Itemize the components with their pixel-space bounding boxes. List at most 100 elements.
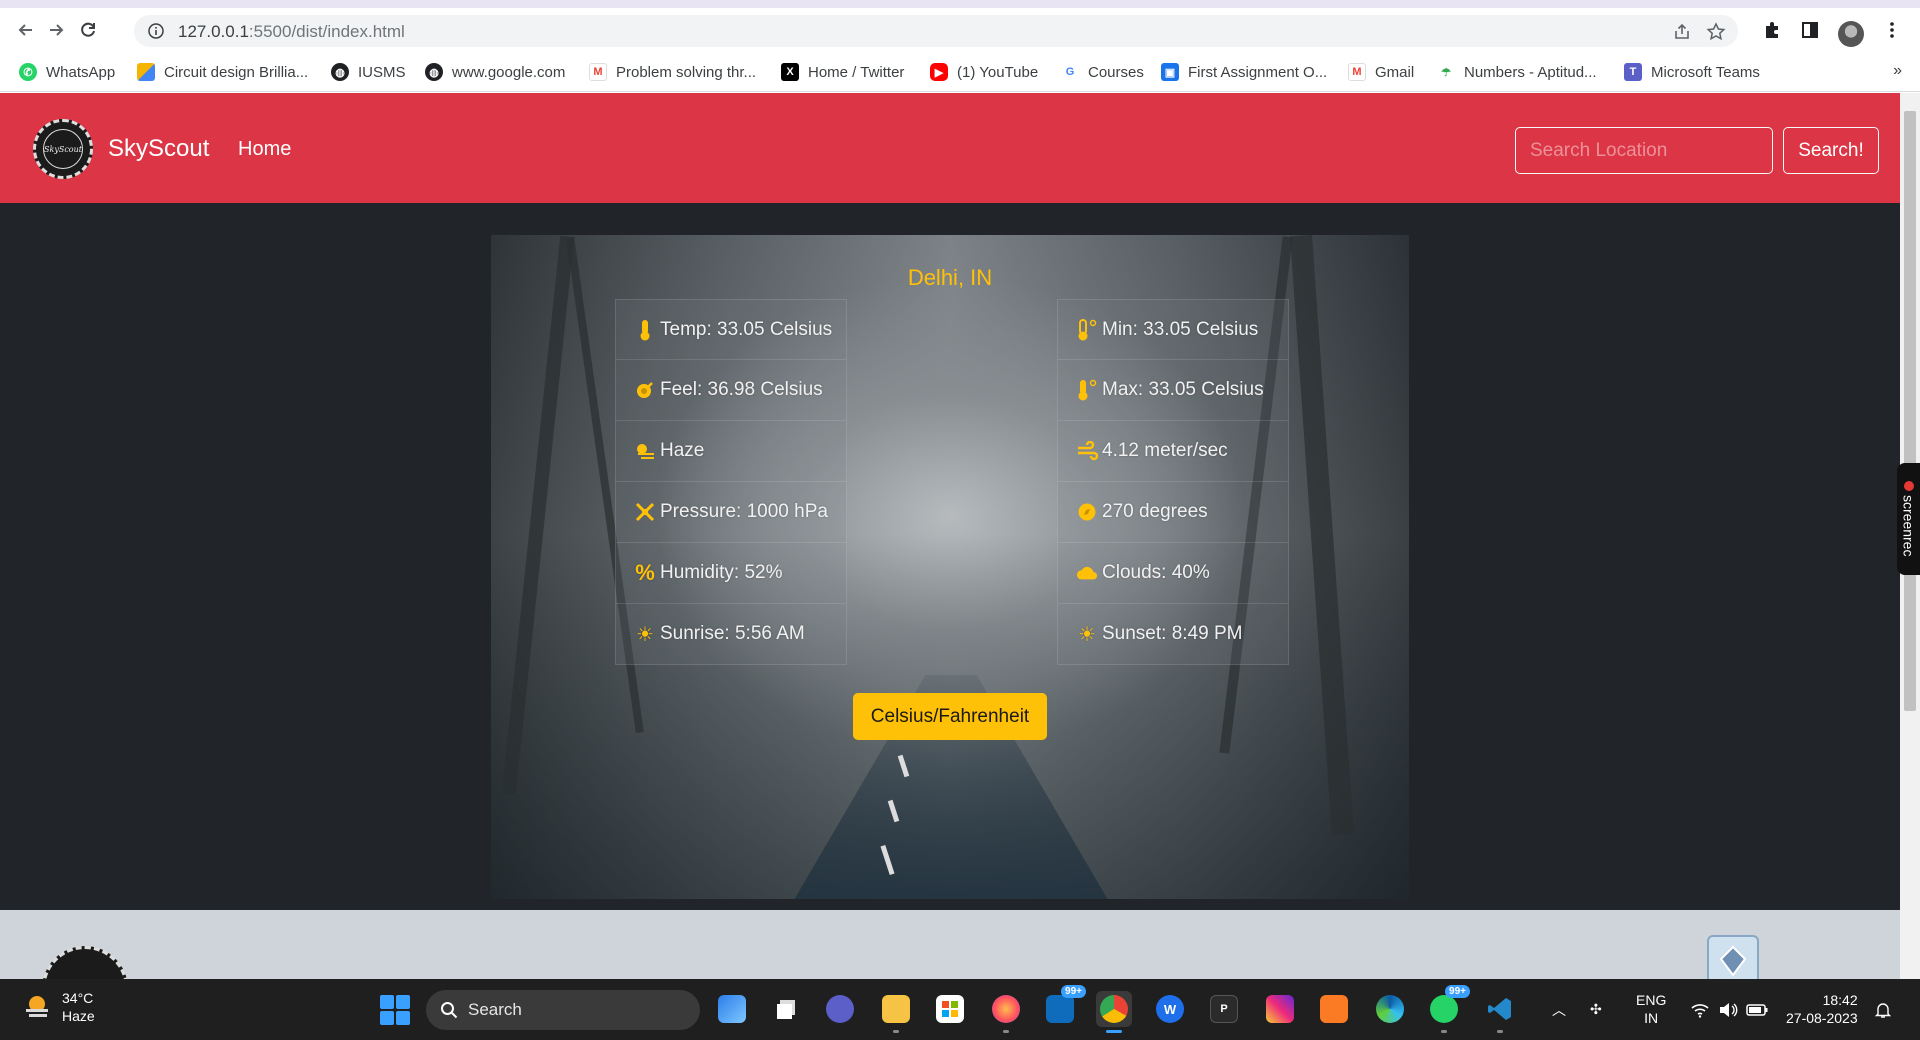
sun-icon: ☀ [1078, 623, 1096, 646]
bookmark-courses[interactable]: G Courses [1061, 62, 1144, 82]
humidity-value: Humidity: 52% [660, 562, 783, 583]
taskbar-app-store[interactable] [932, 991, 968, 1027]
input-language[interactable]: ENG IN [1636, 991, 1666, 1027]
browser-toolbar: 127.0.0.1:5500/dist/index.html [0, 8, 1920, 52]
taskbar-app-task-view[interactable] [769, 991, 805, 1027]
feel-cell: Feel: 36.98 Celsius [615, 360, 847, 421]
notifications-button[interactable] [1874, 979, 1892, 1040]
bookmark-twitter[interactable]: X Home / Twitter [781, 62, 904, 82]
sunset-cell: ☀ Sunset: 8:49 PM [1057, 604, 1289, 665]
search-icon [441, 1002, 458, 1019]
bookmark-label: Problem solving thr... [616, 63, 757, 81]
nav-home-link[interactable]: Home [238, 138, 291, 161]
bookmark-google[interactable]: ◍ www.google.com [425, 62, 565, 82]
tray-dropbox[interactable]: ✣ [1590, 979, 1602, 1040]
bookmark-gmail[interactable]: M Gmail [1348, 62, 1414, 82]
search-location-input[interactable] [1515, 127, 1773, 174]
temp-cell: Temp: 33.05 Celsius [615, 299, 847, 360]
bookmark-label: Microsoft Teams [1651, 63, 1760, 81]
volume-indicator[interactable] [1718, 979, 1738, 1040]
sunset-value: Sunset: 8:49 PM [1102, 623, 1243, 644]
brand-name[interactable]: SkyScout [108, 135, 209, 163]
search-button[interactable]: Search! [1783, 127, 1879, 174]
taskbar-clock[interactable]: 18:42 27-08-2023 [1786, 991, 1858, 1027]
taskbar-app-whatsapp[interactable]: 99+ [1426, 985, 1470, 1033]
side-panel-button[interactable] [1796, 16, 1824, 44]
taskbar-app-p[interactable]: P [1206, 991, 1242, 1027]
windows-logo-pane [380, 995, 394, 1009]
taskbar-app-vscode[interactable] [1482, 991, 1518, 1033]
edge-icon [1376, 995, 1404, 1023]
wind-speed-cell: 4.12 meter/sec [1057, 421, 1289, 482]
screenrec-widget[interactable]: screenrec [1897, 463, 1920, 575]
info-icon[interactable] [148, 23, 164, 39]
footer-logo[interactable] [42, 946, 128, 979]
taskbar-app-file-explorer[interactable] [878, 991, 914, 1033]
xampp-icon [1320, 995, 1348, 1023]
tray-overflow-button[interactable]: ︿ [1552, 979, 1566, 1040]
lang-bottom: IN [1644, 1010, 1659, 1026]
bookmark-problem-solving[interactable]: M Problem solving thr... [589, 62, 756, 82]
taskbar-app-xampp[interactable] [1316, 991, 1352, 1027]
bookmarks-overflow-button[interactable]: » [1893, 62, 1902, 80]
bookmarks-bar: ✆ WhatsApp Circuit design Brillia... ◍ IUS… [0, 52, 1920, 92]
taskbar-weather-widget[interactable]: 34°C Haze [22, 989, 95, 1025]
back-button[interactable] [12, 16, 40, 44]
pressure-icon [634, 501, 656, 523]
taskbar-app-teams-chat[interactable] [822, 991, 858, 1027]
bookmark-youtube[interactable]: ▶ (1) YouTube [930, 62, 1038, 82]
network-indicator[interactable] [1690, 979, 1710, 1040]
bookmark-microsoft-teams[interactable]: T Microsoft Teams [1624, 62, 1760, 82]
side-panel-icon [1802, 22, 1818, 38]
taskbar-app-mail[interactable]: 99+ [1042, 985, 1086, 1027]
taskbar-app-edge[interactable] [1372, 991, 1408, 1027]
taskbar-app-instagram[interactable] [1262, 991, 1298, 1027]
address-bar[interactable]: 127.0.0.1:5500/dist/index.html [134, 15, 1738, 47]
wind-speed-value: 4.12 meter/sec [1102, 440, 1228, 461]
gmail-icon: M [1348, 63, 1366, 81]
star-icon[interactable] [1706, 22, 1726, 42]
brand-logo[interactable]: SkyScout [33, 119, 93, 179]
bookmark-iusms[interactable]: ◍ IUSMS [331, 62, 406, 82]
bookmark-label: First Assignment O... [1188, 63, 1328, 81]
sunrise-value: Sunrise: 5:56 AM [660, 623, 805, 644]
w-app-icon: W [1156, 995, 1184, 1023]
bookmark-numbers-aptitude[interactable]: ☂ Numbers - Aptitud... [1437, 62, 1597, 82]
extensions-button[interactable] [1758, 16, 1786, 44]
haze-icon [634, 440, 656, 462]
page-viewport: SkyScout SkyScout Home Search! Delhi, IN… [0, 93, 1900, 979]
reload-button[interactable] [74, 16, 102, 44]
battery-indicator[interactable] [1746, 979, 1768, 1040]
unit-toggle-button[interactable]: Celsius/Fahrenheit [853, 693, 1047, 740]
taskbar-app-photos[interactable] [714, 991, 750, 1027]
photos-app-icon [718, 995, 746, 1023]
wifi-icon [1691, 1003, 1709, 1018]
taskbar-search[interactable]: Search [426, 990, 700, 1030]
share-icon[interactable] [1672, 22, 1692, 42]
footer-badge-icon[interactable] [1707, 935, 1759, 979]
kebab-menu-icon [1890, 22, 1894, 38]
weather-temp: 34°C [62, 990, 94, 1006]
scrollbar-thumb[interactable] [1904, 111, 1916, 711]
taskbar-app-firefox[interactable] [988, 991, 1024, 1033]
page-footer [0, 910, 1900, 979]
running-indicator [1003, 1030, 1009, 1033]
running-indicator [893, 1030, 899, 1033]
bookmark-label: Home / Twitter [808, 63, 905, 81]
instagram-icon [1266, 995, 1294, 1023]
taskbar-app-chrome[interactable] [1096, 991, 1132, 1033]
menu-button[interactable] [1878, 16, 1906, 44]
bookmark-whatsapp[interactable]: ✆ WhatsApp [19, 62, 115, 82]
taskbar-app-webex[interactable]: W [1152, 991, 1188, 1027]
tab-strip [0, 0, 1920, 8]
profile-avatar[interactable] [1838, 21, 1864, 47]
navbar: SkyScout SkyScout Home Search! [0, 93, 1900, 203]
start-button[interactable] [380, 995, 410, 1025]
bookmark-label: WhatsApp [46, 63, 116, 81]
bookmark-first-assignment[interactable]: ▣ First Assignment O... [1161, 62, 1327, 82]
forward-button[interactable] [42, 16, 70, 44]
grid-icon [137, 63, 155, 81]
folder-icon [882, 995, 910, 1023]
bookmark-circuit-design[interactable]: Circuit design Brillia... [137, 62, 308, 82]
temp-high-icon [1076, 379, 1098, 401]
